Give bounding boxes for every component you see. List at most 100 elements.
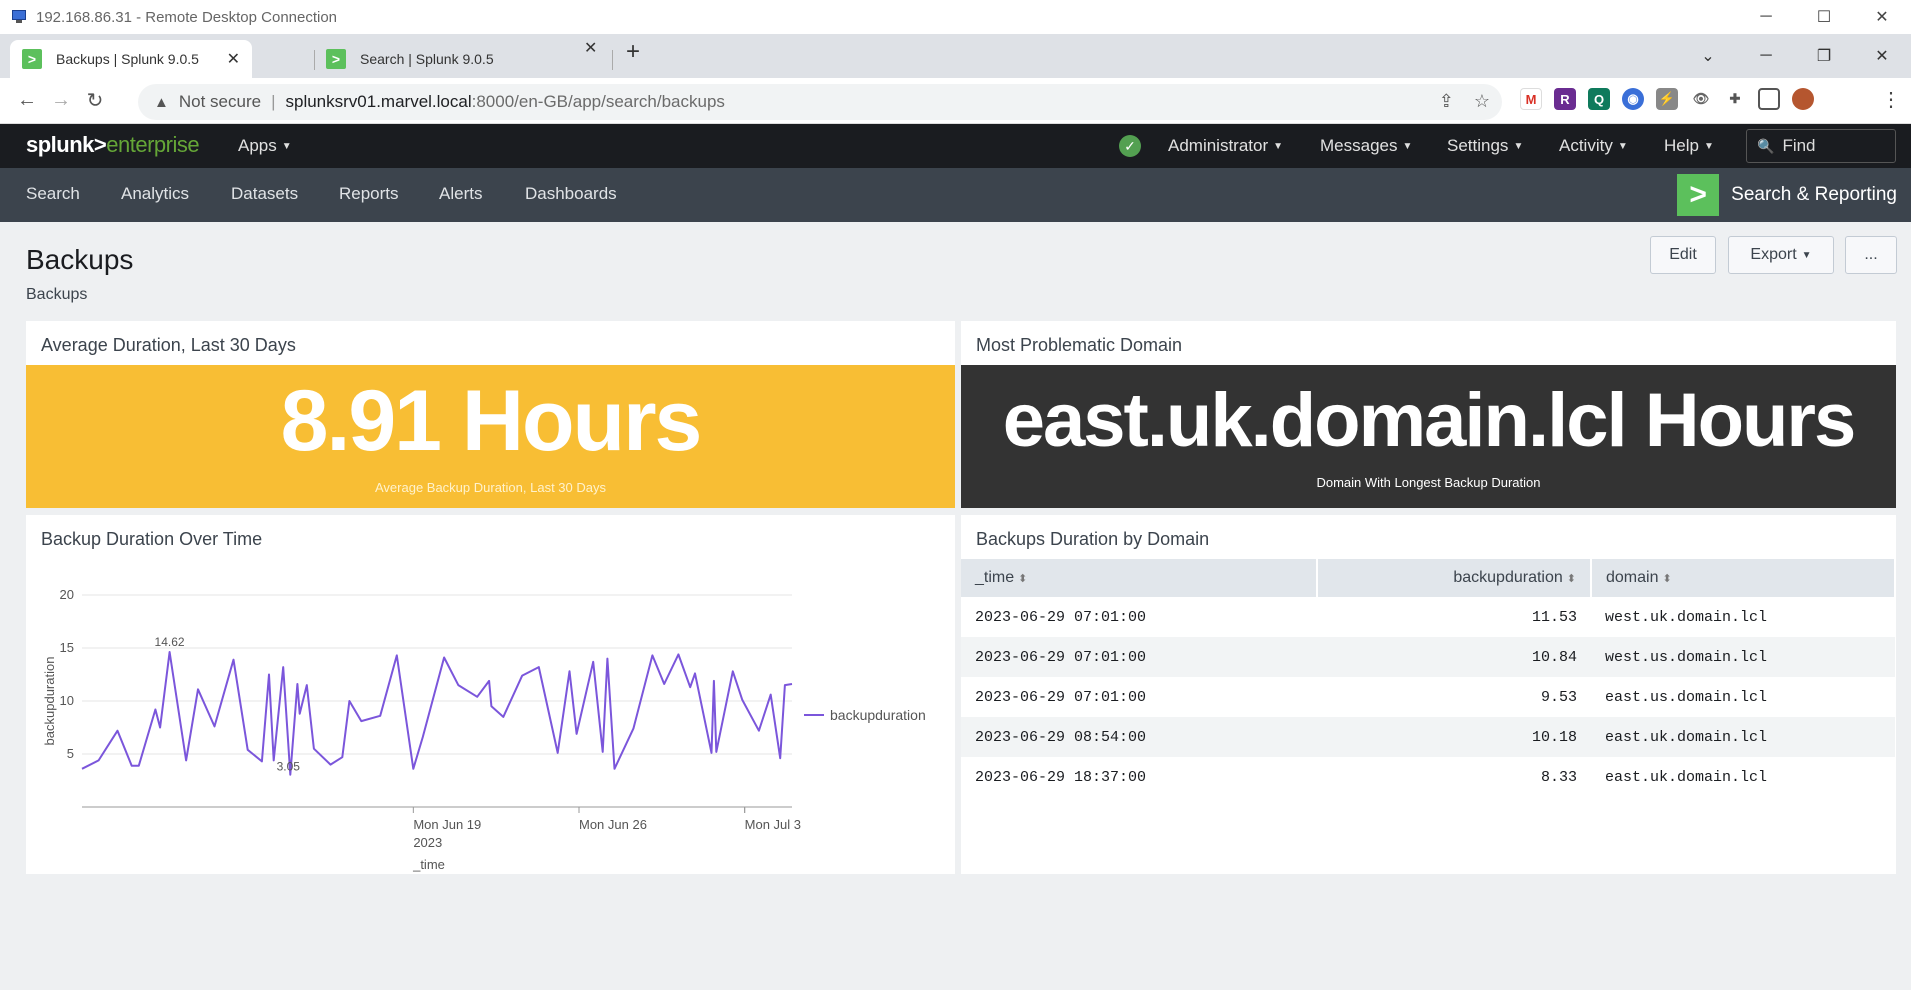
puzzle-extensions-icon[interactable]: ✚ (1724, 88, 1746, 110)
maximize-icon[interactable]: ☐ (1795, 0, 1853, 34)
edit-button[interactable]: Edit (1650, 236, 1716, 274)
x-tick-label: Mon Jun 26 (579, 817, 647, 832)
close-icon[interactable]: ✕ (1853, 0, 1911, 34)
apps-menu[interactable]: Apps ▼ (238, 136, 292, 156)
single-value-text: east.uk.domain.lcl Hours (1002, 378, 1857, 463)
table-row[interactable]: 2023-06-29 07:01:00 11.53 west.uk.domain… (961, 597, 1895, 637)
legend-label: backupduration (830, 707, 926, 723)
table-row[interactable]: 2023-06-29 07:01:00 9.53 east.us.domain.… (961, 677, 1895, 717)
find-input[interactable]: 🔍 Find (1746, 129, 1896, 163)
share-icon[interactable]: ⇪ (1439, 91, 1454, 112)
table-row[interactable]: 2023-06-29 18:37:00 8.33 east.uk.domain.… (961, 757, 1895, 797)
search-icon: 🔍 (1757, 137, 1775, 154)
panel-title: Most Problematic Domain (976, 335, 1183, 355)
y-tick-label: 20 (60, 587, 74, 602)
series-line-backupduration (81, 651, 793, 776)
health-status-check-icon[interactable]: ✓ (1119, 135, 1141, 157)
settings-menu[interactable]: Settings ▼ (1447, 136, 1523, 156)
close-window-icon[interactable]: ✕ (1853, 34, 1911, 78)
app-title[interactable]: > Search & Reporting (1677, 174, 1897, 216)
minimize-icon[interactable]: ─ (1737, 0, 1795, 34)
more-actions-button[interactable]: ... (1845, 236, 1897, 274)
help-menu[interactable]: Help ▼ (1664, 136, 1714, 156)
app-nav-analytics[interactable]: Analytics (121, 184, 189, 204)
cell-backupduration: 10.18 (1317, 717, 1591, 757)
panel-title: Backup Duration Over Time (41, 529, 263, 549)
y-tick-label: 15 (60, 640, 74, 655)
url-path: :8000/en-GB/app/search/backups (471, 92, 725, 111)
single-value-average[interactable]: 8.91 Hours Average Backup Duration, Last… (26, 365, 955, 508)
splunk-logo[interactable]: splunk>enterprise (26, 132, 200, 158)
single-value-domain[interactable]: east.uk.domain.lcl Hours Domain With Lon… (961, 365, 1896, 508)
administrator-menu[interactable]: Administrator ▼ (1168, 136, 1283, 156)
panel-duration-by-domain: Backups Duration by Domain _time ⬍ backup… (961, 515, 1896, 874)
cell-backupduration: 10.84 (1317, 637, 1591, 677)
tab-separator (612, 50, 613, 70)
reload-icon[interactable]: ↻ (78, 84, 112, 118)
q-extension-icon[interactable]: Q (1588, 88, 1610, 110)
y-tick-label: 10 (60, 693, 74, 708)
cell-domain: east.us.domain.lcl (1605, 688, 1768, 706)
splunk-favicon-icon: > (22, 49, 42, 69)
cell-time: 2023-06-29 07:01:00 (975, 608, 1147, 626)
cell-domain: west.us.domain.lcl (1591, 637, 1895, 677)
panel-title: Average Duration, Last 30 Days (41, 335, 296, 355)
cell-backupduration: 9.53 (1540, 688, 1577, 706)
column-header-domain[interactable]: domain ⬍ (1591, 559, 1896, 597)
address-bar[interactable]: ▲ Not secure | splunksrv01.marvel.local … (138, 84, 1502, 120)
app-nav-dashboards[interactable]: Dashboards (525, 184, 617, 204)
app-nav-datasets[interactable]: Datasets (231, 184, 298, 204)
x-tick-label: Mon Jun 19 (413, 817, 481, 832)
search-app-logo-icon: > (1677, 174, 1720, 216)
forward-icon[interactable]: → (44, 84, 78, 118)
bookmark-star-icon[interactable]: ☆ (1474, 91, 1490, 112)
minimize-icon[interactable]: ─ (1737, 34, 1795, 78)
not-secure-label: Not secure (178, 92, 262, 111)
profile-avatar[interactable] (1792, 88, 1814, 110)
browser-tab-strip: > Backups | Splunk 9.0.5 ✕ > Search | Sp… (0, 34, 1911, 78)
table-row[interactable]: 2023-06-29 08:54:00 10.18 east.uk.domain… (961, 717, 1895, 757)
dashboard-description: Backups (26, 286, 88, 303)
browser-tab-backups[interactable]: > Backups | Splunk 9.0.5 ✕ (10, 40, 252, 78)
side-panel-icon[interactable] (1758, 88, 1780, 110)
warning-icon: ▲ (154, 93, 169, 111)
remote-desktop-icon (10, 9, 28, 25)
eye-extension-icon[interactable]: 👁 (1690, 88, 1712, 110)
rdp-window-title: 192.168.86.31 - Remote Desktop Connectio… (36, 8, 338, 26)
back-icon[interactable]: ← (10, 84, 44, 118)
extensions-bar: M R Q ◉ ⚡ 👁 ✚ (1520, 88, 1814, 110)
app-nav-search[interactable]: Search (26, 184, 80, 204)
browser-extension-icon[interactable]: ◉ (1622, 88, 1644, 110)
splunk-header: splunk>enterprise Apps ▼ ✓ Administrator ▼… (0, 124, 1911, 168)
cell-time: 2023-06-29 07:01:00 (961, 637, 1317, 677)
column-header-backupduration[interactable]: backupduration ⬍ (1317, 559, 1592, 597)
x-axis-title: _time (412, 857, 445, 872)
new-tab-icon[interactable]: + (626, 38, 640, 66)
cell-time: 2023-06-29 08:54:00 (961, 717, 1317, 757)
browser-tab-search[interactable]: > Search | Splunk 9.0.5 (314, 40, 606, 78)
table-row[interactable]: 2023-06-29 07:01:00 10.84 west.us.domain… (961, 637, 1895, 677)
close-tab-icon[interactable]: ✕ (227, 49, 240, 69)
restore-icon[interactable]: ❐ (1795, 34, 1853, 78)
min-value-label: 3.05 (277, 760, 301, 774)
r-extension-icon[interactable]: R (1554, 88, 1576, 110)
line-chart[interactable]: 5 10 15 20 Mon Jun 19 2023 Mon Jun 26 Mon Jul 3… (26, 559, 955, 874)
messages-menu[interactable]: Messages ▼ (1320, 136, 1412, 156)
single-value-number: 8.91 Hours (280, 373, 703, 469)
cell-domain: east.uk.domain.lcl (1591, 717, 1895, 757)
app-nav-alerts[interactable]: Alerts (439, 184, 482, 204)
close-tab-icon[interactable]: ✕ (584, 38, 597, 58)
max-value-label: 14.62 (155, 635, 185, 649)
bolt-extension-icon[interactable]: ⚡ (1656, 88, 1678, 110)
column-header-time[interactable]: _time ⬍ (961, 559, 1318, 597)
browser-menu-icon[interactable]: ⋮ (1881, 87, 1901, 112)
panel-problematic-domain: Most Problematic Domain east.uk.domain.l… (961, 321, 1896, 508)
export-button[interactable]: Export ▼ (1728, 236, 1834, 274)
app-nav-reports[interactable]: Reports (339, 184, 399, 204)
gmail-extension-icon[interactable]: M (1520, 88, 1542, 110)
single-value-caption: Domain With Longest Backup Duration (1316, 475, 1541, 490)
tab-label: Backups | Splunk 9.0.5 (56, 51, 199, 67)
rdp-title-bar: 192.168.86.31 - Remote Desktop Connectio… (0, 0, 1911, 34)
tab-search-chevron-icon[interactable]: ⌄ (1679, 34, 1737, 78)
activity-menu[interactable]: Activity ▼ (1559, 136, 1628, 156)
